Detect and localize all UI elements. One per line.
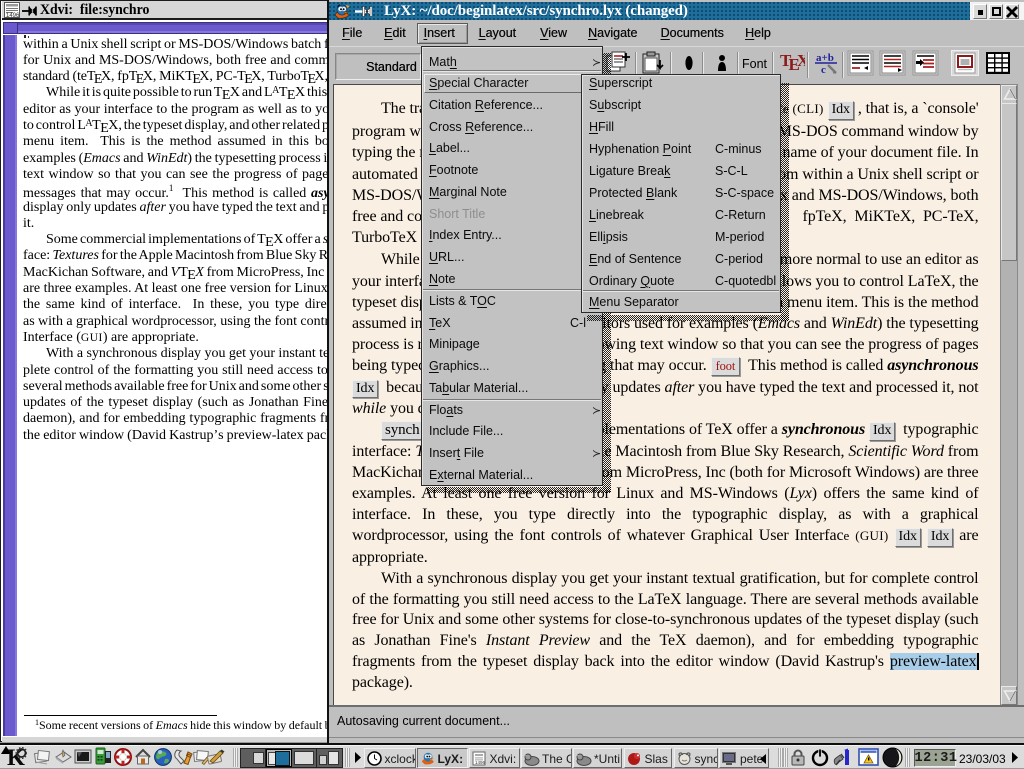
svg-text:a+b: a+b [816, 52, 834, 64]
svg-text:1496: 1496 [6, 13, 20, 18]
svg-text:X: X [797, 51, 805, 70]
svg-text:c: c [821, 64, 826, 76]
svg-text:1496: 1496 [475, 760, 486, 765]
